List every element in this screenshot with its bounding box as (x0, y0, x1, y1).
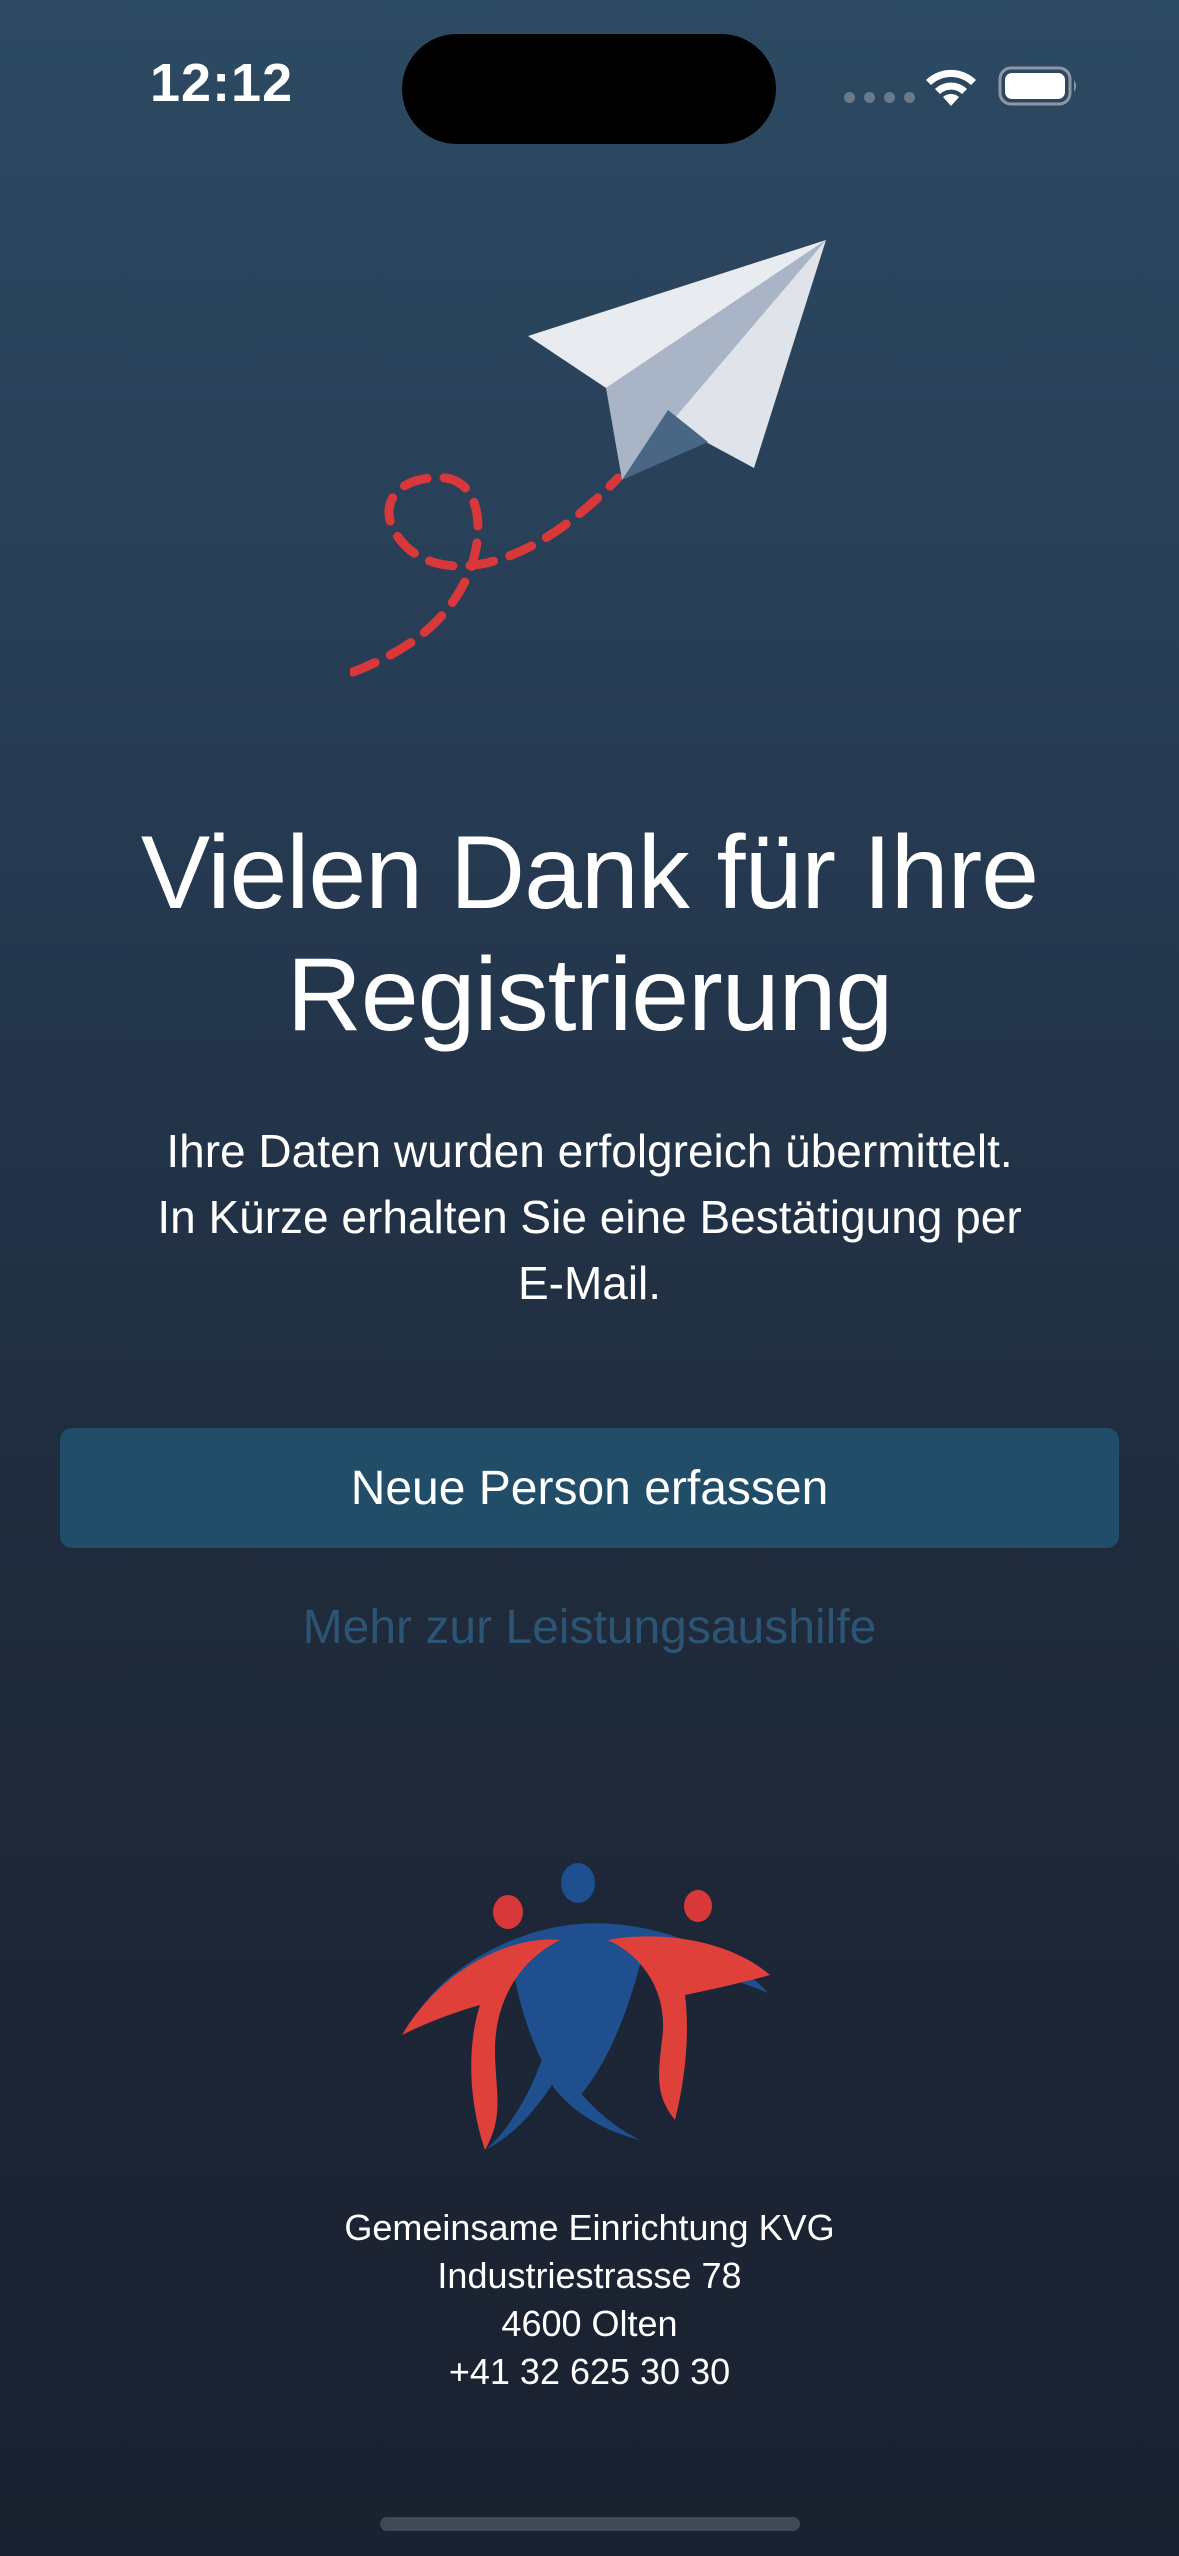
dynamic-island (402, 34, 776, 144)
confirmation-message: Ihre Daten wurden erfolgreich übermittel… (80, 1118, 1099, 1316)
org-name: Gemeinsame Einrichtung KVG (344, 2207, 835, 2248)
confirmation-message-line1: Ihre Daten wurden erfolgreich übermittel… (166, 1125, 1013, 1177)
more-info-link[interactable]: Mehr zur Leistungsaushilfe (0, 1600, 1179, 1655)
city: 4600 Olten (501, 2303, 678, 2344)
cellular-signal-icon (844, 92, 915, 103)
organization-logo (402, 1863, 770, 2150)
paper-plane-illustration (350, 240, 826, 677)
confirmation-message-line3: E-Mail. (517, 1257, 662, 1309)
phone-number: +41 32 625 30 30 (448, 2351, 731, 2392)
page-title-line1: Vielen Dank für Ihre (140, 815, 1039, 931)
home-indicator[interactable] (380, 2517, 800, 2531)
status-time: 12:12 (150, 53, 294, 113)
page-title: Vielen Dank für Ihre Registrierung (60, 812, 1119, 1056)
new-person-button[interactable]: Neue Person erfassen (60, 1428, 1119, 1548)
battery-icon (998, 66, 1076, 106)
address-footer: Gemeinsame Einrichtung KVG Industriestra… (0, 2204, 1179, 2396)
wifi-icon (926, 69, 976, 106)
page-title-line2: Registrierung (286, 937, 894, 1053)
confirmation-message-line2: In Kürze erhalten Sie eine Bestätigung p… (157, 1191, 1022, 1243)
street-address: Industriestrasse 78 (437, 2255, 742, 2296)
